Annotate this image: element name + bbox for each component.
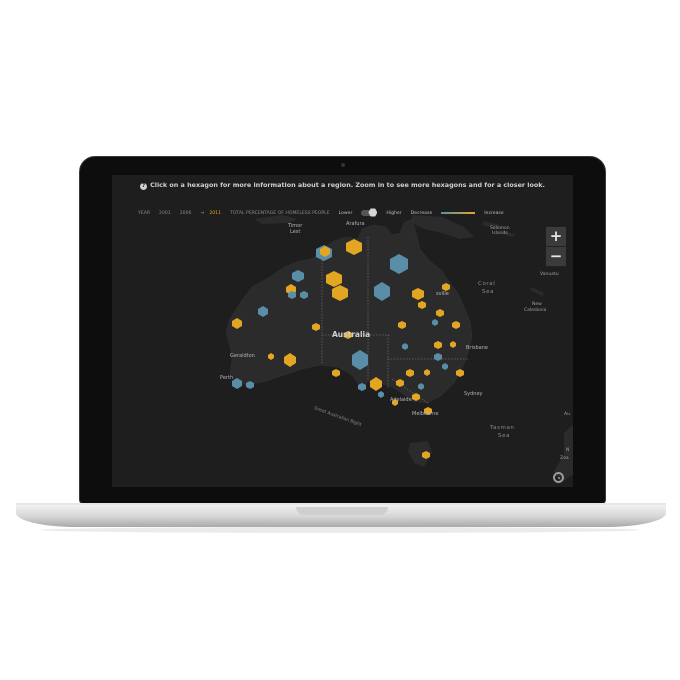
label-country: Australia	[332, 330, 370, 339]
settings-gear-icon[interactable]	[553, 472, 564, 483]
help-icon[interactable]: ?	[140, 183, 148, 190]
label-coral-sea-2: Sea	[482, 289, 494, 295]
label-townsville: sville	[436, 291, 449, 297]
label-tasman-2: Sea	[498, 433, 510, 439]
label-new-caledonia-1: New	[532, 301, 542, 307]
hexagon-knob-icon[interactable]	[368, 208, 378, 217]
instruction-text: ? Click on a hexagon for more information…	[112, 181, 573, 190]
arrow-icon: →	[200, 210, 205, 216]
decrease-label: Decrease	[410, 210, 433, 216]
island-png	[412, 215, 474, 239]
label-arafura: Arafura	[346, 221, 365, 227]
label-timor-2: Lest	[290, 229, 300, 235]
label-brisbane: Brisbane	[466, 345, 488, 351]
label-australia-right: Au	[564, 411, 570, 417]
year-label: YEAR	[138, 210, 151, 216]
laptop-shadow	[40, 527, 640, 533]
instruction-label: Click on a hexagon for more information …	[150, 181, 545, 189]
label-adelaide: Adelaide	[390, 397, 412, 403]
year-option[interactable]: 2001	[159, 211, 171, 216]
higher-label: Higher	[386, 210, 402, 216]
zoom-out-button[interactable]: −	[546, 247, 566, 267]
label-sydney: Sydney	[464, 391, 483, 397]
label-vanuatu: Vanuatu	[540, 271, 559, 277]
label-tasman-1: Tasman	[489, 425, 515, 431]
label-perth: Perth	[220, 375, 233, 381]
laptop-notch	[296, 507, 388, 515]
legend-bar: YEAR 2001 2006 → 2011 TOTAL PERCENTAGE O…	[138, 208, 513, 218]
map-screen[interactable]: Geraldton Perth Brisbane Adelaide Melbou…	[112, 175, 573, 487]
change-gradient	[441, 212, 476, 214]
hexagon-region[interactable]	[332, 369, 340, 377]
increase-label: Increase	[484, 210, 504, 216]
label-great-australian-bight: Great Australian Bight	[313, 405, 362, 428]
laptop-mockup: Geraldton Perth Brisbane Adelaide Melbou…	[0, 0, 680, 680]
zoom-control: + −	[546, 227, 566, 267]
label-coral-sea-1: Coral	[478, 281, 495, 287]
label-nz-2: Zea	[560, 455, 569, 461]
year-option-active[interactable]: 2011	[209, 211, 221, 216]
zoom-in-button[interactable]: +	[546, 227, 566, 247]
label-nz-1: N	[566, 447, 569, 453]
camera	[340, 163, 345, 167]
label-melbourne: Melbourne	[412, 411, 438, 417]
metric-label: TOTAL PERCENTAGE OF HOMELESS PEOPLE	[230, 210, 330, 216]
label-new-caledonia-2: Caledonia	[524, 307, 547, 313]
label-solomon-2: Islands	[492, 230, 508, 236]
label-geraldton: Geraldton	[230, 353, 255, 359]
lower-label: Lower	[338, 210, 353, 216]
value-toggle[interactable]	[361, 208, 378, 217]
hexagon-region[interactable]	[378, 391, 384, 398]
year-option[interactable]: 2006	[180, 211, 192, 216]
island-new-caledonia	[530, 287, 544, 296]
map-canvas[interactable]: Geraldton Perth Brisbane Adelaide Melbou…	[112, 175, 573, 487]
